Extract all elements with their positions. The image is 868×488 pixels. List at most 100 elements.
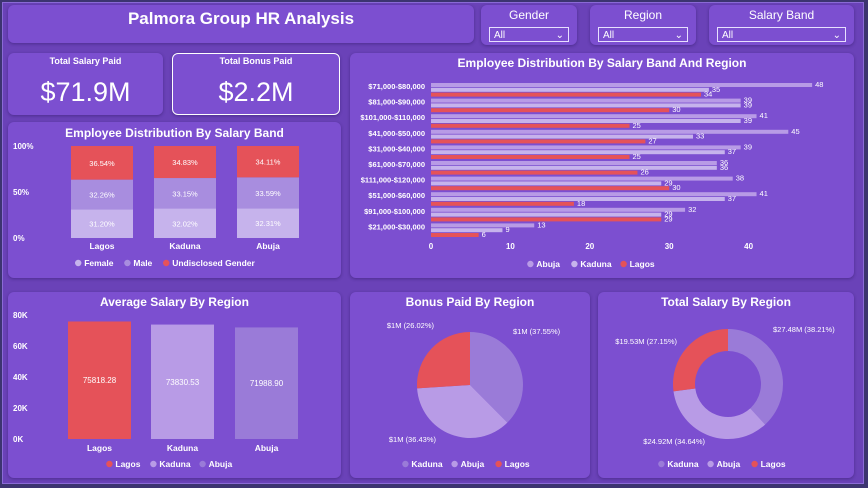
axis-tick-label: 40 <box>744 242 753 251</box>
legend-label: Kaduna <box>411 459 442 469</box>
data-label: $19.53M (27.15%) <box>615 337 677 346</box>
legend-label: Male <box>133 258 152 268</box>
axis-tick-label: 30 <box>665 242 674 251</box>
category-label: $41,000-$50,000 <box>368 129 425 138</box>
bar <box>431 176 733 181</box>
slicer-salary-band: Salary Band All ⌄ <box>709 5 854 45</box>
data-label: 37 <box>728 194 736 203</box>
data-label: 39 <box>744 142 752 151</box>
bar <box>431 155 630 159</box>
category-label: $71,000-$80,000 <box>368 82 425 91</box>
bar <box>431 108 670 113</box>
chart-card-salary-band-region: Employee Distribution By Salary Band And… <box>350 53 854 278</box>
data-label: 6 <box>482 230 486 239</box>
category-label: $111,000-$120,000 <box>361 176 425 185</box>
legend-label: Kaduna <box>580 259 611 269</box>
chart-card-average-salary: Average Salary By Region 80K 60K 40K 20K 0K 7… <box>8 292 341 478</box>
slicer-gender: Gender All ⌄ <box>481 5 577 45</box>
bar <box>431 98 741 103</box>
data-label: 38 <box>736 174 744 183</box>
legend-label: Abuja <box>461 459 485 469</box>
bar <box>431 165 717 170</box>
slice <box>728 329 783 425</box>
data-label: 27 <box>648 136 656 145</box>
bar <box>431 145 741 150</box>
region-dropdown-value: All <box>603 30 615 41</box>
bar <box>431 233 479 237</box>
horizontal-bar-chart: $71,000-$80,000 48 3534 $81,000-$90,000 39 39… <box>360 80 823 269</box>
legend-label: Abuja <box>717 459 741 469</box>
legend-label: Undisclosed Gender <box>172 258 255 268</box>
bar <box>431 170 638 175</box>
salary-band-dropdown-value: All <box>722 30 734 41</box>
legend-label: Female <box>84 258 114 268</box>
data-label: 34.83% <box>172 158 198 167</box>
axis-tick-label: 50% <box>13 188 29 197</box>
kpi-total-bonus-value: $2.2M <box>218 77 294 107</box>
slice <box>417 332 470 389</box>
bar <box>431 201 574 206</box>
data-label: 31.20% <box>89 220 115 229</box>
chart-card-salary-donut: Total Salary By Region $27.48M (38.21%) $… <box>598 292 854 478</box>
kpi-total-salary: Total Salary Paid $71.9M <box>8 53 163 115</box>
data-label: 73830.53 <box>166 378 200 387</box>
pie-chart: $1M (37.55%) $1M (36.43%) $1M (26.02%) Kadu… <box>387 321 561 469</box>
data-label: 25 <box>633 121 641 130</box>
bar <box>431 192 757 197</box>
data-label: 75818.28 <box>83 376 117 385</box>
legend-marker <box>163 259 170 267</box>
data-label: 13 <box>537 220 545 229</box>
data-label: 33 <box>696 132 704 141</box>
bar <box>431 228 503 233</box>
category-label: $31,000-$40,000 <box>368 144 425 153</box>
region-dropdown[interactable]: All ⌄ <box>598 27 688 42</box>
bar <box>431 150 725 155</box>
legend-label: Abuja <box>536 259 560 269</box>
legend-marker <box>150 460 157 468</box>
legend-marker <box>199 460 206 468</box>
data-label: 41 <box>760 189 768 198</box>
legend-marker <box>527 260 534 268</box>
axis-tick-label: 20K <box>13 404 28 413</box>
data-label: 30 <box>672 183 680 192</box>
category-label: $101,000-$110,000 <box>360 113 425 122</box>
axis-tick-label: 60K <box>13 342 28 351</box>
kpi-total-bonus-label: Total Bonus Paid <box>219 56 293 66</box>
bar <box>431 212 662 217</box>
data-label: 36 <box>720 163 728 172</box>
page-title: Palmora Group HR Analysis <box>127 9 355 28</box>
data-label: $24.92M (34.64%) <box>643 437 705 446</box>
data-label: 35 <box>712 85 720 94</box>
data-label: 32 <box>688 205 696 214</box>
slice <box>673 329 728 392</box>
bar <box>431 207 686 212</box>
legend-label: Kaduna <box>159 459 190 469</box>
salary-band-dropdown[interactable]: All ⌄ <box>717 27 846 42</box>
bar <box>431 139 646 144</box>
legend-marker <box>620 260 627 268</box>
axis-tick-label: 0K <box>13 435 23 444</box>
bar <box>431 92 701 97</box>
stacked-bar-chart: 100% 50% 0% 31.20% 32.26% 36.54% Lagos 32.02% 33… <box>13 142 299 268</box>
legend-label: Lagos <box>115 459 140 469</box>
bar <box>431 114 757 119</box>
axis-tick-label: 20 <box>585 242 594 251</box>
data-label: 9 <box>505 225 509 234</box>
slicer-gender-label: Gender <box>508 8 550 22</box>
data-label: 30 <box>672 105 680 114</box>
slicer-salary-band-label: Salary Band <box>748 8 815 22</box>
data-label: $1M (37.55%) <box>513 327 561 336</box>
legend-marker <box>751 460 758 468</box>
column-chart: 80K 60K 40K 20K 0K 75818.28 Lagos 73830.53 Kadun… <box>13 311 298 469</box>
data-label: 34 <box>704 90 712 99</box>
data-label: 32.31% <box>255 219 281 228</box>
category-label: Lagos <box>87 443 112 453</box>
gender-dropdown[interactable]: All ⌄ <box>489 27 569 42</box>
axis-tick-label: 40K <box>13 373 28 382</box>
slicer-region-label: Region <box>623 8 663 22</box>
bar <box>431 161 717 165</box>
axis-tick-label: 80K <box>13 311 28 320</box>
chevron-down-icon: ⌄ <box>832 30 841 41</box>
category-label: Abuja <box>255 443 279 453</box>
data-label: 32.02% <box>172 219 198 228</box>
